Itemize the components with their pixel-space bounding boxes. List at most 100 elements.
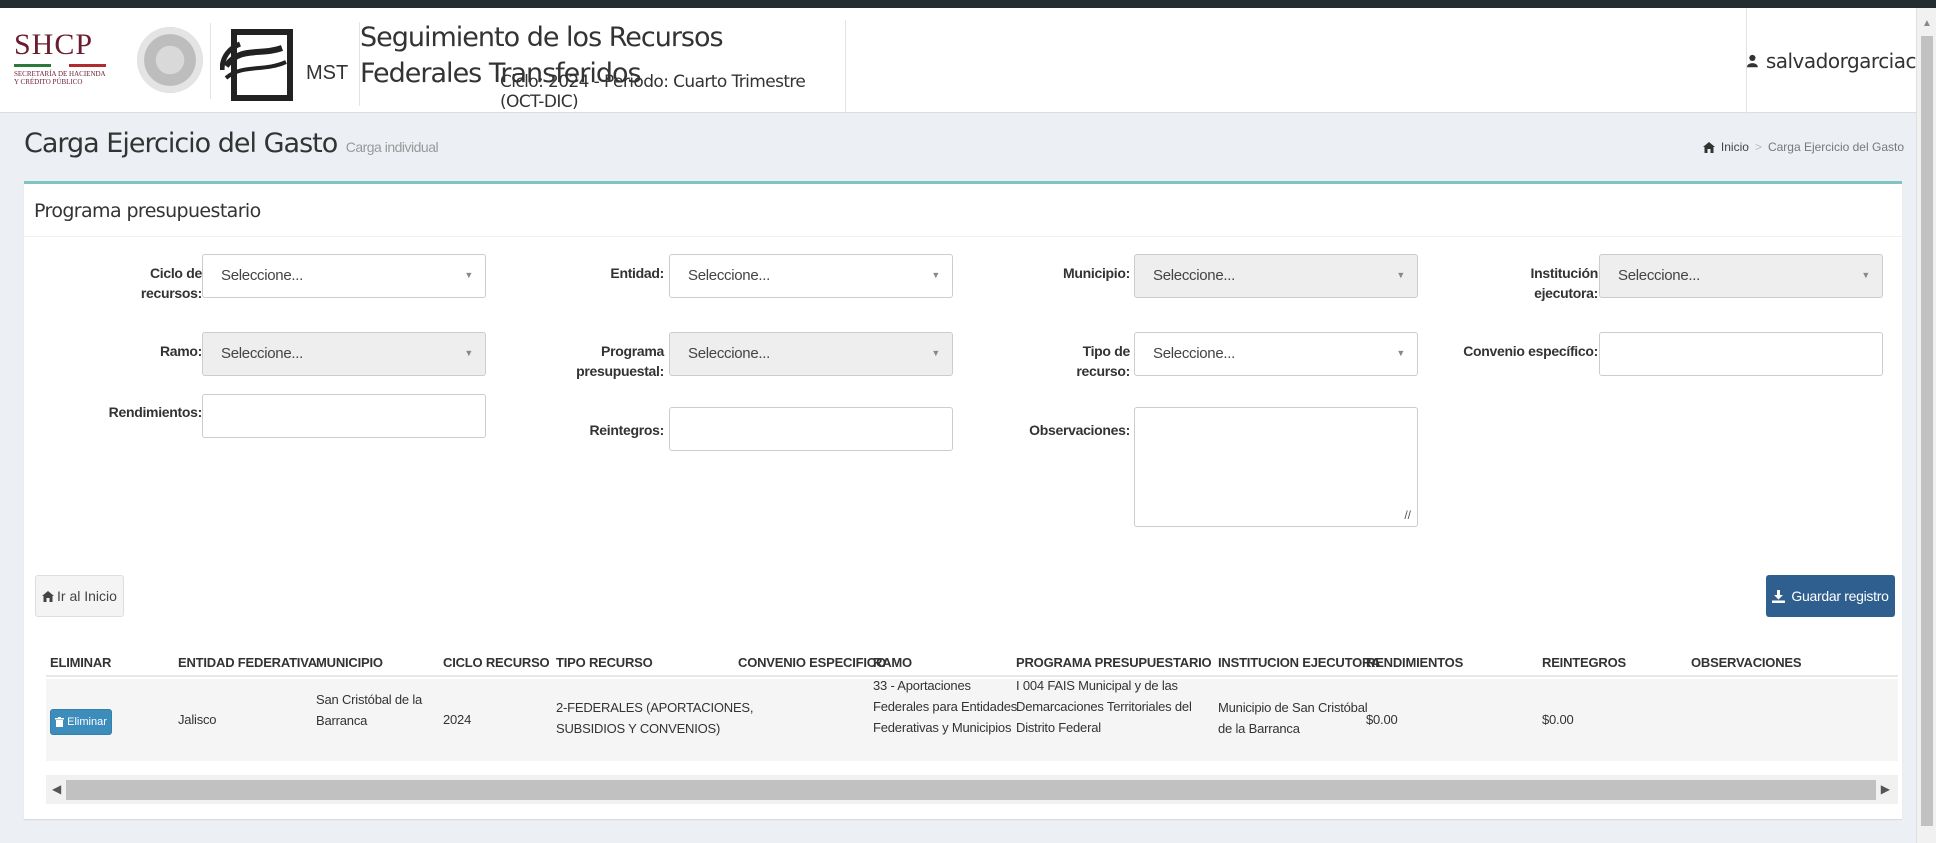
breadcrumb: Inicio > Carga Ejercicio del Gasto <box>1702 140 1904 154</box>
cell-tipo-line1: 2-FEDERALES (APORTACIONES, <box>556 700 754 715</box>
user-menu[interactable]: salvadorgarciac <box>1746 8 1917 113</box>
shcp-logo-sub-1: SECRETARÍA DE HACIENDA <box>14 70 106 78</box>
delete-button-label: Eliminar <box>67 716 107 728</box>
cell-reintegros: $0.00 <box>1542 712 1574 727</box>
cell-ramo: 33 - Aportaciones Federales para Entidad… <box>873 675 1017 738</box>
user-icon <box>1747 54 1758 67</box>
col-institucion: INSTITUCION EJECUTORA <box>1218 655 1381 670</box>
cell-municipio: San Cristóbal de la Barranca <box>316 689 422 731</box>
chevron-down-icon: ▼ <box>931 348 940 358</box>
observaciones-label: Observaciones: <box>1029 422 1130 438</box>
box-title: Programa presupuestario <box>24 184 1902 237</box>
scroll-right-icon[interactable]: ▶ <box>1881 782 1890 796</box>
programa-box: Programa presupuestario Ciclo de recurso… <box>24 181 1902 819</box>
institucion-label-line2: ejecutora: <box>1534 285 1598 301</box>
ramo-select[interactable]: Seleccione... ▼ <box>202 332 486 376</box>
col-convenio: CONVENIO ESPECIFICO <box>738 655 886 670</box>
top-strip <box>0 0 1936 8</box>
trash-icon <box>55 717 65 727</box>
cell-ramo-line1: 33 - Aportaciones <box>873 678 971 693</box>
cell-entidad: Jalisco <box>178 712 217 727</box>
save-button-label: Guardar registro <box>1791 588 1889 604</box>
col-reintegros: REINTEGROS <box>1542 655 1626 670</box>
municipio-select[interactable]: Seleccione... ▼ <box>1134 254 1418 298</box>
col-programa: PROGRAMA PRESUPUESTARIO <box>1016 655 1212 670</box>
home-button-label: Ir al Inicio <box>57 588 117 604</box>
mst-logo-text: MST <box>306 62 349 84</box>
col-rendimientos: RENDIMIENTOS <box>1366 655 1464 670</box>
shcp-logo-stripe <box>14 64 106 67</box>
ciclo-label-line2: recursos: <box>140 285 202 301</box>
cell-municipio-line2: Barranca <box>316 713 368 728</box>
delete-button[interactable]: Eliminar <box>50 709 112 735</box>
chevron-down-icon: ▼ <box>464 348 473 358</box>
tipo-label-line1: Tipo de <box>1082 343 1131 359</box>
institucion-select-value: Seleccione... <box>1618 267 1700 284</box>
chevron-down-icon: ▼ <box>1396 270 1405 280</box>
entidad-select-value: Seleccione... <box>688 267 770 284</box>
col-tipo: TIPO RECURSO <box>556 655 653 670</box>
cell-institucion-line1: Municipio de San Cristóbal <box>1218 700 1368 715</box>
app-header: SHCP SECRETARÍA DE HACIENDA Y CRÉDITO PÚ… <box>0 8 1917 113</box>
app-title-block: Seguimiento de los Recursos Federales Tr… <box>360 20 846 112</box>
home-icon <box>1702 141 1715 153</box>
breadcrumb-current: Carga Ejercicio del Gasto <box>1767 140 1904 154</box>
cell-municipio-line1: San Cristóbal de la <box>316 692 423 707</box>
entidad-select[interactable]: Seleccione... ▼ <box>669 254 953 298</box>
save-button[interactable]: Guardar registro <box>1766 575 1895 617</box>
ciclo-label: Ciclo de recursos: <box>84 263 202 303</box>
resize-grip-icon[interactable]: // <box>1404 508 1411 522</box>
col-entidad: ENTIDAD FEDERATIVA <box>178 655 317 670</box>
col-ramo: RAMO <box>873 655 912 670</box>
reintegros-input[interactable] <box>669 407 953 451</box>
vertical-scrollbar[interactable]: ▲ <box>1916 8 1936 843</box>
institucion-label: Institución ejecutora: <box>1454 263 1599 303</box>
ciclo-select-value: Seleccione... <box>221 267 303 284</box>
municipio-select-value: Seleccione... <box>1153 267 1235 284</box>
ciclo-label-line1: Ciclo de <box>149 265 202 281</box>
scroll-up-icon[interactable]: ▲ <box>1922 18 1932 29</box>
col-ciclo: CICLO RECURSO <box>443 655 550 670</box>
breadcrumb-separator: > <box>1754 140 1762 154</box>
chevron-down-icon: ▼ <box>1396 348 1405 358</box>
page-header: Carga Ejercicio del Gasto Carga individu… <box>24 128 439 159</box>
cell-tipo: 2-FEDERALES (APORTACIONES, SUBSIDIOS Y C… <box>556 697 754 739</box>
national-seal-icon <box>135 23 211 99</box>
tipo-select[interactable]: Seleccione... ▼ <box>1134 332 1418 376</box>
rendimientos-label: Rendimientos: <box>108 404 203 420</box>
rendimientos-input[interactable] <box>202 394 486 438</box>
shcp-logo[interactable]: SHCP SECRETARÍA DE HACIENDA Y CRÉDITO PÚ… <box>14 28 124 98</box>
ciclo-select[interactable]: Seleccione... ▼ <box>202 254 486 298</box>
cell-ramo-line3: Federativas y Municipios <box>873 720 1012 735</box>
records-table: ELIMINAR ENTIDAD FEDERATIVA MUNICIPIO CI… <box>46 647 1898 763</box>
table-row[interactable]: Eliminar Jalisco San Cristóbal de la Bar… <box>46 678 1898 761</box>
scroll-left-icon[interactable]: ◀ <box>52 782 61 796</box>
mst-emblem-icon <box>220 29 293 101</box>
programa-select-value: Seleccione... <box>688 345 770 362</box>
institucion-select[interactable]: Seleccione... ▼ <box>1599 254 1883 298</box>
convenio-input[interactable] <box>1599 332 1883 376</box>
page-title: Carga Ejercicio del Gasto <box>24 128 338 159</box>
horizontal-scroll-thumb[interactable] <box>66 780 1876 800</box>
home-icon <box>42 590 55 602</box>
home-button[interactable]: Ir al Inicio <box>35 575 124 617</box>
cell-ciclo: 2024 <box>443 712 472 727</box>
programa-label: Programa presupuestal: <box>524 341 664 381</box>
username: salvadorgarciac <box>1765 48 1917 73</box>
cell-programa-line2: Demarcaciones Territoriales del <box>1016 699 1192 714</box>
chevron-down-icon: ▼ <box>1861 270 1870 280</box>
cell-ramo-line2: Federales para Entidades <box>873 699 1018 714</box>
convenio-label: Convenio específico: <box>1463 343 1598 359</box>
breadcrumb-home-link[interactable]: Inicio <box>1721 140 1749 154</box>
horizontal-scrollbar[interactable]: ◀ ▶ <box>46 775 1898 804</box>
observaciones-textarea[interactable]: // <box>1134 407 1418 527</box>
app-subtitle: Ciclo: 2024 - Periodo: Cuarto Trimestre … <box>500 72 806 112</box>
tipo-label-line2: recurso: <box>1076 363 1130 379</box>
mst-logo[interactable]: MST <box>220 22 360 106</box>
cell-institucion: Municipio de San Cristóbal de la Barranc… <box>1218 697 1368 739</box>
programa-select[interactable]: Seleccione... ▼ <box>669 332 953 376</box>
col-eliminar: ELIMINAR <box>50 655 112 670</box>
vertical-scroll-thumb[interactable] <box>1921 36 1933 826</box>
institucion-label-line1: Institución <box>1530 265 1599 281</box>
chevron-down-icon: ▼ <box>464 270 473 280</box>
